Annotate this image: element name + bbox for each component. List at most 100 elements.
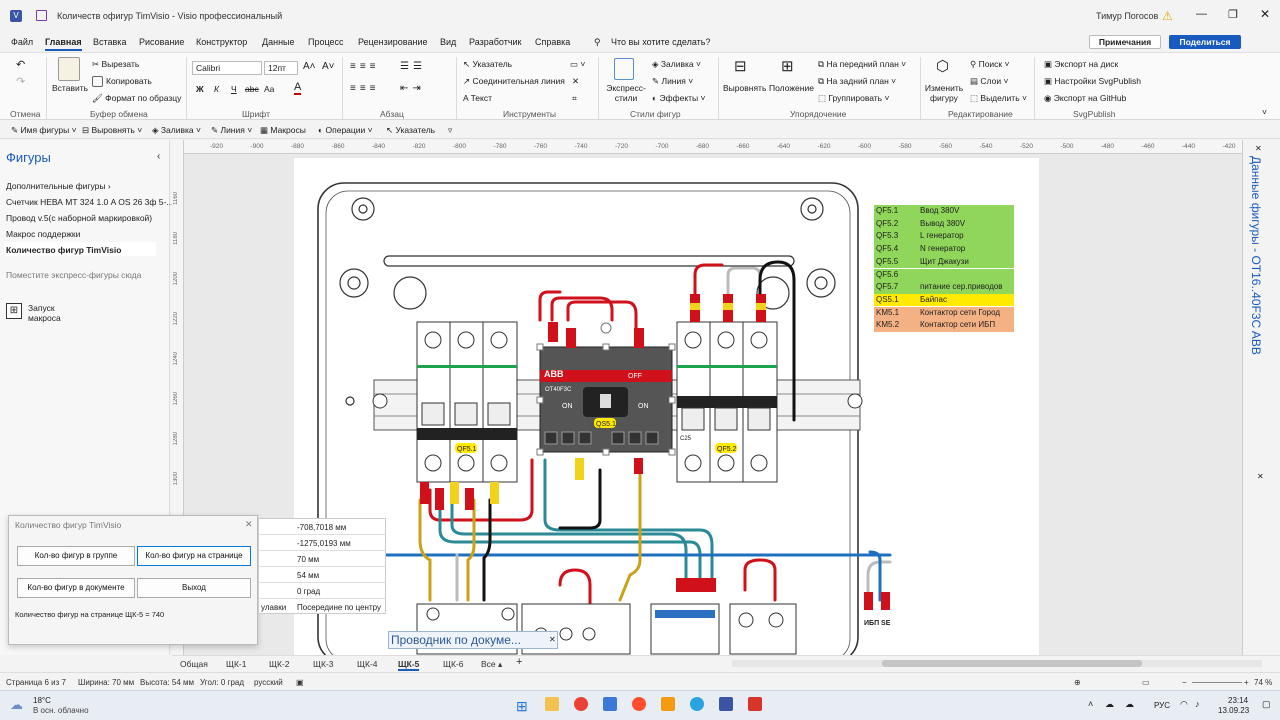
page-tab[interactable]: ЩК-4 bbox=[357, 659, 377, 669]
shrink-font-icon[interactable]: A˅ bbox=[322, 61, 335, 72]
legend-row[interactable]: QF5.6 bbox=[874, 268, 1014, 282]
underline-button[interactable]: Ч bbox=[231, 84, 237, 94]
document-explorer-tooltip[interactable]: Проводник по докуме... ✕ bbox=[388, 631, 558, 649]
yandex-icon[interactable] bbox=[632, 697, 646, 711]
bold-button[interactable]: Ж bbox=[196, 84, 204, 94]
group-button[interactable]: ⬚ Группировать ˅ bbox=[818, 93, 889, 104]
align-button[interactable]: Выровнять bbox=[723, 83, 766, 93]
quick-styles-button[interactable]: Экспресс-стили bbox=[604, 83, 648, 103]
strikethrough-button[interactable]: abc bbox=[245, 84, 259, 94]
grow-font-icon[interactable]: A˄ bbox=[303, 61, 316, 72]
legend-row[interactable]: QF5.5 Щит Джакузи bbox=[874, 255, 1014, 269]
tab-file[interactable]: Файл bbox=[11, 37, 33, 47]
page-tab[interactable]: ЩК-3 bbox=[313, 659, 333, 669]
clock-date[interactable]: 13.09.23 bbox=[1218, 706, 1249, 715]
qat-customize-icon[interactable]: ▿ bbox=[448, 125, 452, 136]
comments-button[interactable]: Примечания bbox=[1089, 35, 1161, 49]
effects-button[interactable]: ◐ Эффекты ˅ bbox=[652, 93, 705, 103]
count-page-button[interactable]: Кол-во фигур на странице bbox=[137, 546, 251, 566]
pin-pos-value[interactable]: Посередине по центру bbox=[297, 603, 381, 612]
crop-icon[interactable]: ⌗ bbox=[572, 93, 577, 104]
tab-review[interactable]: Рецензирование bbox=[358, 37, 428, 47]
zoom-in-icon[interactable]: + bbox=[1244, 678, 1249, 687]
close-data-panel-icon[interactable]: ✕ bbox=[1255, 144, 1262, 153]
legend-row[interactable]: QS5.1 Байпас bbox=[874, 293, 1014, 307]
pos-y-value[interactable]: -1275,0193 мм bbox=[297, 539, 351, 548]
italic-button[interactable]: К bbox=[214, 84, 219, 94]
macro-shape-icon[interactable]: ⊞ bbox=[6, 303, 22, 319]
align-left-icon[interactable]: ≡≡≡ bbox=[350, 83, 380, 94]
user-name[interactable]: Тимур Погосов bbox=[1096, 11, 1158, 21]
tab-help[interactable]: Справка bbox=[535, 37, 570, 47]
input-language[interactable]: РУС bbox=[1154, 701, 1170, 710]
qat-shape-name[interactable]: ✎ Имя фигуры ˅ bbox=[11, 125, 77, 136]
copy-button[interactable]: Копировать bbox=[92, 76, 152, 88]
bring-front-button[interactable]: ⧉ На передний план ˅ bbox=[818, 59, 906, 70]
export-disk-button[interactable]: ▣ Экспорт на диск bbox=[1044, 59, 1118, 70]
page-number[interactable]: Страница 6 из 7 bbox=[6, 678, 66, 687]
presentation-icon[interactable]: ▭ bbox=[1142, 678, 1150, 687]
close-panel-icon[interactable]: ✕ bbox=[1257, 472, 1264, 481]
legend-row[interactable]: KM5.1 Контактор сети Город bbox=[874, 306, 1014, 320]
app-icon[interactable] bbox=[661, 697, 675, 711]
tab-home[interactable]: Главная bbox=[45, 37, 82, 51]
export-github-button[interactable]: ◉ Экспорт на GitHub bbox=[1044, 93, 1126, 104]
angle-value[interactable]: 0 град bbox=[297, 587, 320, 596]
stencil-item[interactable]: Макрос поддержки bbox=[6, 229, 80, 239]
share-button[interactable]: Поделиться bbox=[1169, 35, 1241, 49]
app-icon[interactable] bbox=[603, 697, 617, 711]
tab-design[interactable]: Конструктор bbox=[196, 37, 247, 47]
stencil-item[interactable]: Счетчик НЕВА МТ 324 1.0 A OS 26 3ф 5-... bbox=[6, 197, 173, 207]
find-button[interactable]: ⚲ Поиск ˅ bbox=[970, 59, 1009, 70]
visio-taskbar-icon[interactable] bbox=[719, 697, 733, 711]
legend-row[interactable]: QF5.3 L генератор bbox=[874, 230, 1014, 243]
align-icon[interactable]: ⊟ bbox=[734, 57, 747, 75]
legend-row[interactable]: QF5.1 Ввод 380V bbox=[874, 205, 1014, 218]
exit-button[interactable]: Выход bbox=[137, 578, 251, 598]
tab-data[interactable]: Данные bbox=[262, 37, 295, 47]
quick-styles-icon[interactable] bbox=[614, 58, 634, 80]
macro-record-icon[interactable]: ▣ bbox=[296, 678, 304, 687]
wifi-icon[interactable]: ◠ bbox=[1180, 699, 1188, 710]
position-icon[interactable]: ⊞ bbox=[781, 57, 794, 75]
select-button[interactable]: ⬚ Выделить ˅ bbox=[970, 93, 1027, 104]
page-tab[interactable]: ЩК-6 bbox=[443, 659, 463, 669]
layers-button[interactable]: ▤ Слои ˅ bbox=[970, 76, 1008, 87]
chrome-icon[interactable] bbox=[574, 697, 588, 711]
minimize-icon[interactable]: — bbox=[1196, 8, 1207, 20]
clock-time[interactable]: 23:14 bbox=[1228, 696, 1248, 705]
fill-button[interactable]: ◈ Заливка ˅ bbox=[652, 59, 701, 70]
search-icon[interactable]: ⚲ bbox=[594, 37, 601, 48]
change-shape-icon[interactable]: ⬡ bbox=[936, 57, 949, 75]
tab-view[interactable]: Вид bbox=[440, 37, 456, 47]
qat-align[interactable]: ⊟ Выровнять ˅ bbox=[82, 125, 142, 136]
tooltip-close-icon[interactable]: ✕ bbox=[549, 635, 556, 644]
dialog-close-icon[interactable]: ✕ bbox=[245, 519, 253, 530]
language[interactable]: русский bbox=[254, 678, 283, 687]
format-painter-button[interactable]: 🖌 Формат по образцу bbox=[92, 93, 181, 104]
windows-start-icon[interactable]: ⊞ bbox=[516, 698, 528, 715]
telegram-icon[interactable] bbox=[690, 697, 704, 711]
svgpublish-settings-button[interactable]: ▣ Настройки SvgPublish bbox=[1044, 76, 1141, 87]
qat-operations[interactable]: ◐ Операции ˅ bbox=[318, 125, 373, 135]
qat-macros[interactable]: ▦ Макросы bbox=[260, 125, 306, 136]
change-case-button[interactable]: Aa bbox=[264, 84, 274, 94]
bullets-icon[interactable]: ☰☰ bbox=[400, 61, 426, 72]
zoom-slider[interactable] bbox=[1192, 682, 1242, 683]
font-color-icon[interactable]: A bbox=[294, 82, 302, 95]
notifications-icon[interactable]: ▢ bbox=[1262, 699, 1271, 710]
cut-button[interactable]: ✂ Вырезать bbox=[92, 59, 139, 70]
paste-button[interactable]: Вставить bbox=[52, 83, 88, 93]
temperature[interactable]: 18°C bbox=[33, 696, 51, 705]
qat-fill[interactable]: ◈ Заливка ˅ bbox=[152, 125, 201, 136]
pos-x-value[interactable]: -708,7018 мм bbox=[297, 523, 346, 532]
height-value[interactable]: 54 мм bbox=[297, 571, 319, 580]
tab-draw[interactable]: Рисование bbox=[139, 37, 184, 47]
tab-developer[interactable]: Разработчик bbox=[469, 37, 521, 47]
warning-icon[interactable]: ⚠ bbox=[1162, 9, 1173, 23]
position-button[interactable]: Положение bbox=[769, 83, 814, 93]
tab-process[interactable]: Процесс bbox=[308, 37, 344, 47]
maximize-icon[interactable]: ❐ bbox=[1228, 8, 1238, 21]
legend-row[interactable]: QF5.2 Вывод 380V bbox=[874, 217, 1014, 231]
connection-point-icon[interactable]: ✕ bbox=[572, 76, 579, 87]
